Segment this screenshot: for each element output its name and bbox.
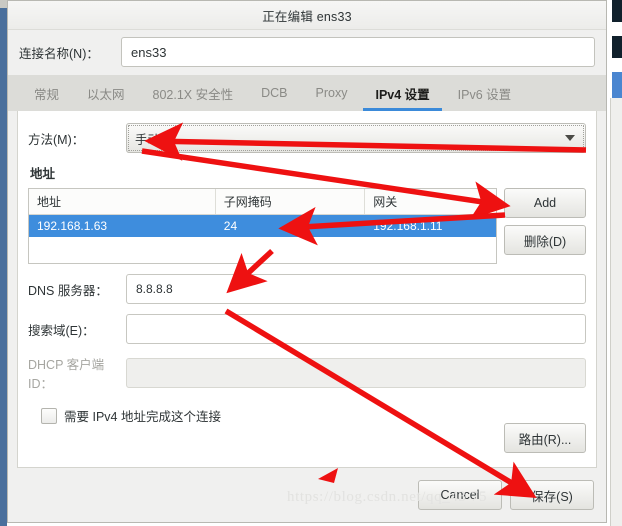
column-header-address[interactable]: 地址 xyxy=(29,189,216,214)
desktop-bg-block-mid xyxy=(612,36,622,58)
edit-connection-dialog: 正在编辑 ens33 连接名称(N)： ens33 常规 以太网 802.1X … xyxy=(7,0,607,523)
dhcp-client-id-input xyxy=(126,358,586,388)
search-domains-input[interactable] xyxy=(126,314,586,344)
desktop-bg-panel xyxy=(610,98,622,526)
desktop-left-edge-cap xyxy=(0,0,7,8)
addresses-table-empty-space[interactable] xyxy=(29,237,496,263)
search-domains-label: 搜索域(E)： xyxy=(28,323,95,338)
dialog-title: 正在编辑 ens33 xyxy=(262,9,352,24)
search-domains-row: 搜索域(E)： xyxy=(28,314,586,344)
dns-servers-input[interactable]: 8.8.8.8 xyxy=(126,274,586,304)
desktop-left-edge-strip xyxy=(0,0,7,526)
dns-servers-label: DNS 服务器： xyxy=(28,283,108,298)
tab-dcb[interactable]: DCB xyxy=(247,75,301,111)
dns-servers-row: DNS 服务器： 8.8.8.8 xyxy=(28,274,586,304)
save-button[interactable]: 保存(S) xyxy=(510,480,594,510)
addresses-area: 地址 子网掩码 网关 192.168.1.63 24 192.168.1.11 … xyxy=(28,188,586,264)
dialog-titlebar: 正在编辑 ens33 xyxy=(8,1,606,30)
addresses-table[interactable]: 地址 子网掩码 网关 192.168.1.63 24 192.168.1.11 xyxy=(28,188,497,264)
column-header-netmask[interactable]: 子网掩码 xyxy=(216,189,366,214)
method-row: 方法(M)： 手动 xyxy=(28,123,586,153)
addresses-section-title: 地址 xyxy=(30,167,56,181)
add-address-button[interactable]: Add xyxy=(504,188,586,218)
cell-netmask[interactable]: 24 xyxy=(216,215,365,237)
connection-name-input[interactable]: ens33 xyxy=(121,37,595,67)
require-ipv4-checkbox[interactable] xyxy=(41,407,57,424)
desktop-bg-block-top xyxy=(612,0,622,22)
settings-tabstrip: 常规 以太网 802.1X 安全性 DCB Proxy IPv4 设置 IPv6… xyxy=(8,75,606,111)
tab-ipv6-settings[interactable]: IPv6 设置 xyxy=(444,75,526,111)
method-combobox[interactable]: 手动 xyxy=(126,123,586,153)
method-label: 方法(M)： xyxy=(28,132,85,147)
column-header-gateway[interactable]: 网关 xyxy=(365,189,496,214)
dhcp-client-id-row: DHCP 客户端 ID： xyxy=(28,354,586,392)
method-selected-value: 手动 xyxy=(135,132,161,147)
routes-button[interactable]: 路由(R)... xyxy=(504,423,586,453)
cell-gateway[interactable]: 192.168.1.11 xyxy=(365,215,496,237)
ipv4-settings-pane: 方法(M)： 手动 地址 地址 子网掩码 网关 192.168.1.63 24 … xyxy=(17,111,597,468)
cell-address[interactable]: 192.168.1.63 xyxy=(29,215,216,237)
connection-name-row: 连接名称(N)： ens33 xyxy=(8,30,606,75)
require-ipv4-label: 需要 IPv4 地址完成这个连接 xyxy=(64,410,221,424)
tab-ethernet[interactable]: 以太网 xyxy=(73,75,139,111)
connection-name-label: 连接名称(N)： xyxy=(19,46,99,61)
cancel-button[interactable]: Cancel xyxy=(418,480,502,510)
routes-button-wrap: 路由(R)... xyxy=(504,423,586,453)
chevron-down-icon xyxy=(565,135,575,141)
delete-address-button[interactable]: 删除(D) xyxy=(504,225,586,255)
dialog-footer: Cancel 保存(S) xyxy=(8,468,606,522)
tab-proxy[interactable]: Proxy xyxy=(302,75,362,111)
tab-8021x-security[interactable]: 802.1X 安全性 xyxy=(139,75,248,111)
table-row[interactable]: 192.168.1.63 24 192.168.1.11 xyxy=(29,215,496,237)
addresses-buttons: Add 删除(D) xyxy=(504,188,586,255)
tab-ipv4-settings[interactable]: IPv4 设置 xyxy=(361,75,443,111)
desktop-bg-blue-tile xyxy=(612,72,622,98)
dhcp-client-id-label: DHCP 客户端 ID： xyxy=(28,358,105,391)
addresses-table-header: 地址 子网掩码 网关 xyxy=(29,189,496,215)
tab-general[interactable]: 常规 xyxy=(20,75,73,111)
desktop-right-edge xyxy=(608,0,622,526)
